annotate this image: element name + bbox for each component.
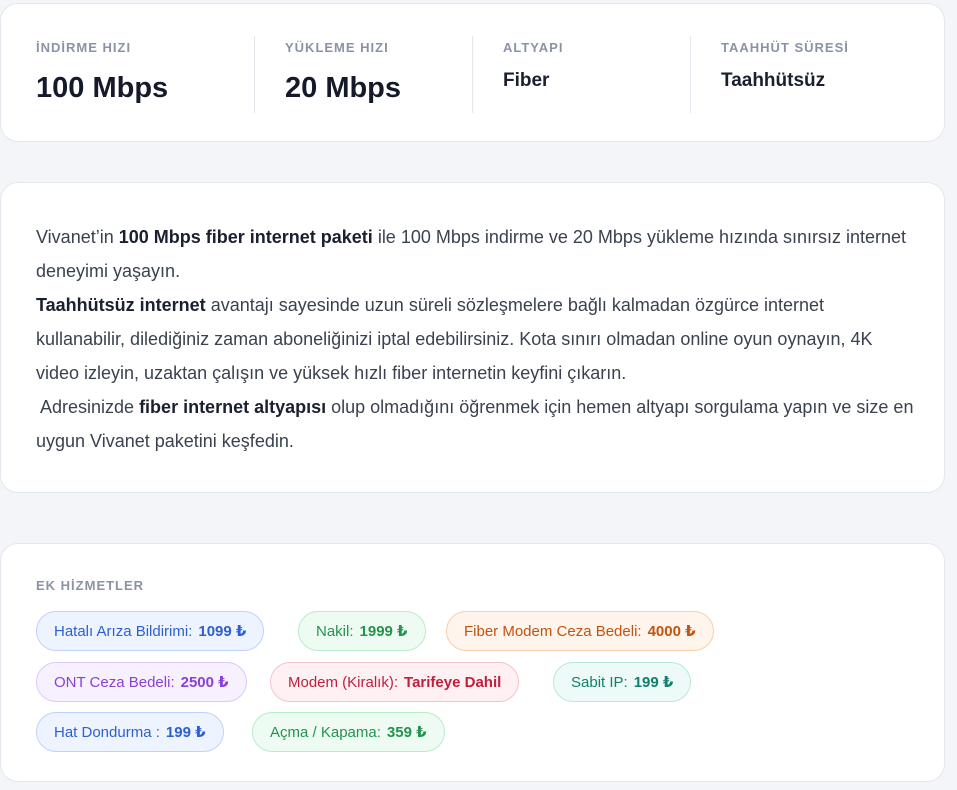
download-speed-label: İNDİRME HIZI (36, 40, 132, 55)
service-label: Modem (Kiralık): (288, 673, 399, 691)
service-chip-open-close: Açma / Kapama: 359 ₺ (252, 712, 445, 752)
desc-bold: fiber internet altyapısı (139, 397, 327, 417)
service-price: 2500 ₺ (180, 674, 229, 691)
desc-bold: 100 Mbps fiber internet paketi (118, 227, 373, 247)
service-label: ONT Ceza Bedeli: (54, 673, 175, 691)
service-label: Açma / Kapama: (270, 723, 381, 741)
package-specs-card: İNDİRME HIZI 100 Mbps YÜKLEME HIZI 20 Mb… (0, 3, 945, 142)
spec-divider (472, 36, 473, 113)
service-price: 1999 ₺ (359, 623, 408, 640)
spec-divider (690, 36, 691, 113)
extra-services-title: EK HİZMETLER (36, 578, 145, 593)
infrastructure-value: Fiber (503, 70, 550, 91)
infrastructure-label: ALTYAPI (503, 40, 564, 55)
service-label: Hatalı Arıza Bildirimi: (54, 622, 193, 640)
extra-services-card: EK HİZMETLER Hatalı Arıza Bildirimi: 109… (0, 543, 945, 782)
service-chip-faulty-report: Hatalı Arıza Bildirimi: 1099 ₺ (36, 611, 265, 651)
service-label: Hat Dondurma : (54, 723, 160, 741)
service-chip-relocation: Nakil: 1999 ₺ (298, 611, 426, 651)
spec-divider (254, 36, 255, 113)
service-price: 359 ₺ (386, 724, 427, 741)
service-price: Tarifeye Dahil (404, 673, 502, 691)
package-description: Vivanet’in 100 Mbps fiber internet paket… (36, 220, 916, 458)
commitment-value: Taahhütsüz (721, 70, 826, 91)
service-price: 4000 ₺ (647, 623, 696, 640)
desc-text: Vivanet’in (36, 227, 119, 247)
package-description-card: Vivanet’in 100 Mbps fiber internet paket… (0, 182, 945, 493)
service-chip-static-ip: Sabit IP: 199 ₺ (553, 662, 692, 702)
service-price: 199 ₺ (633, 674, 674, 691)
service-chip-line-freeze: Hat Dondurma : 199 ₺ (36, 712, 224, 752)
service-chip-modem-rental: Modem (Kiralık): Tarifeye Dahil (270, 662, 520, 702)
service-price: 1099 ₺ (198, 623, 247, 640)
commitment-label: TAAHHÜT SÜRESİ (721, 40, 849, 55)
upload-speed-label: YÜKLEME HIZI (285, 40, 389, 55)
service-label: Nakil: (316, 622, 354, 640)
service-label: Sabit IP: (571, 673, 628, 691)
download-speed-value: 100 Mbps (36, 72, 169, 104)
desc-text: Adresinizde (36, 397, 140, 417)
upload-speed-value: 20 Mbps (285, 72, 402, 104)
service-label: Fiber Modem Ceza Bedeli: (464, 622, 642, 640)
service-chip-modem-penalty: Fiber Modem Ceza Bedeli: 4000 ₺ (446, 611, 714, 651)
desc-bold: Taahhütsüz internet (36, 295, 206, 315)
service-chip-ont-penalty: ONT Ceza Bedeli: 2500 ₺ (36, 662, 247, 702)
service-price: 199 ₺ (165, 724, 206, 741)
